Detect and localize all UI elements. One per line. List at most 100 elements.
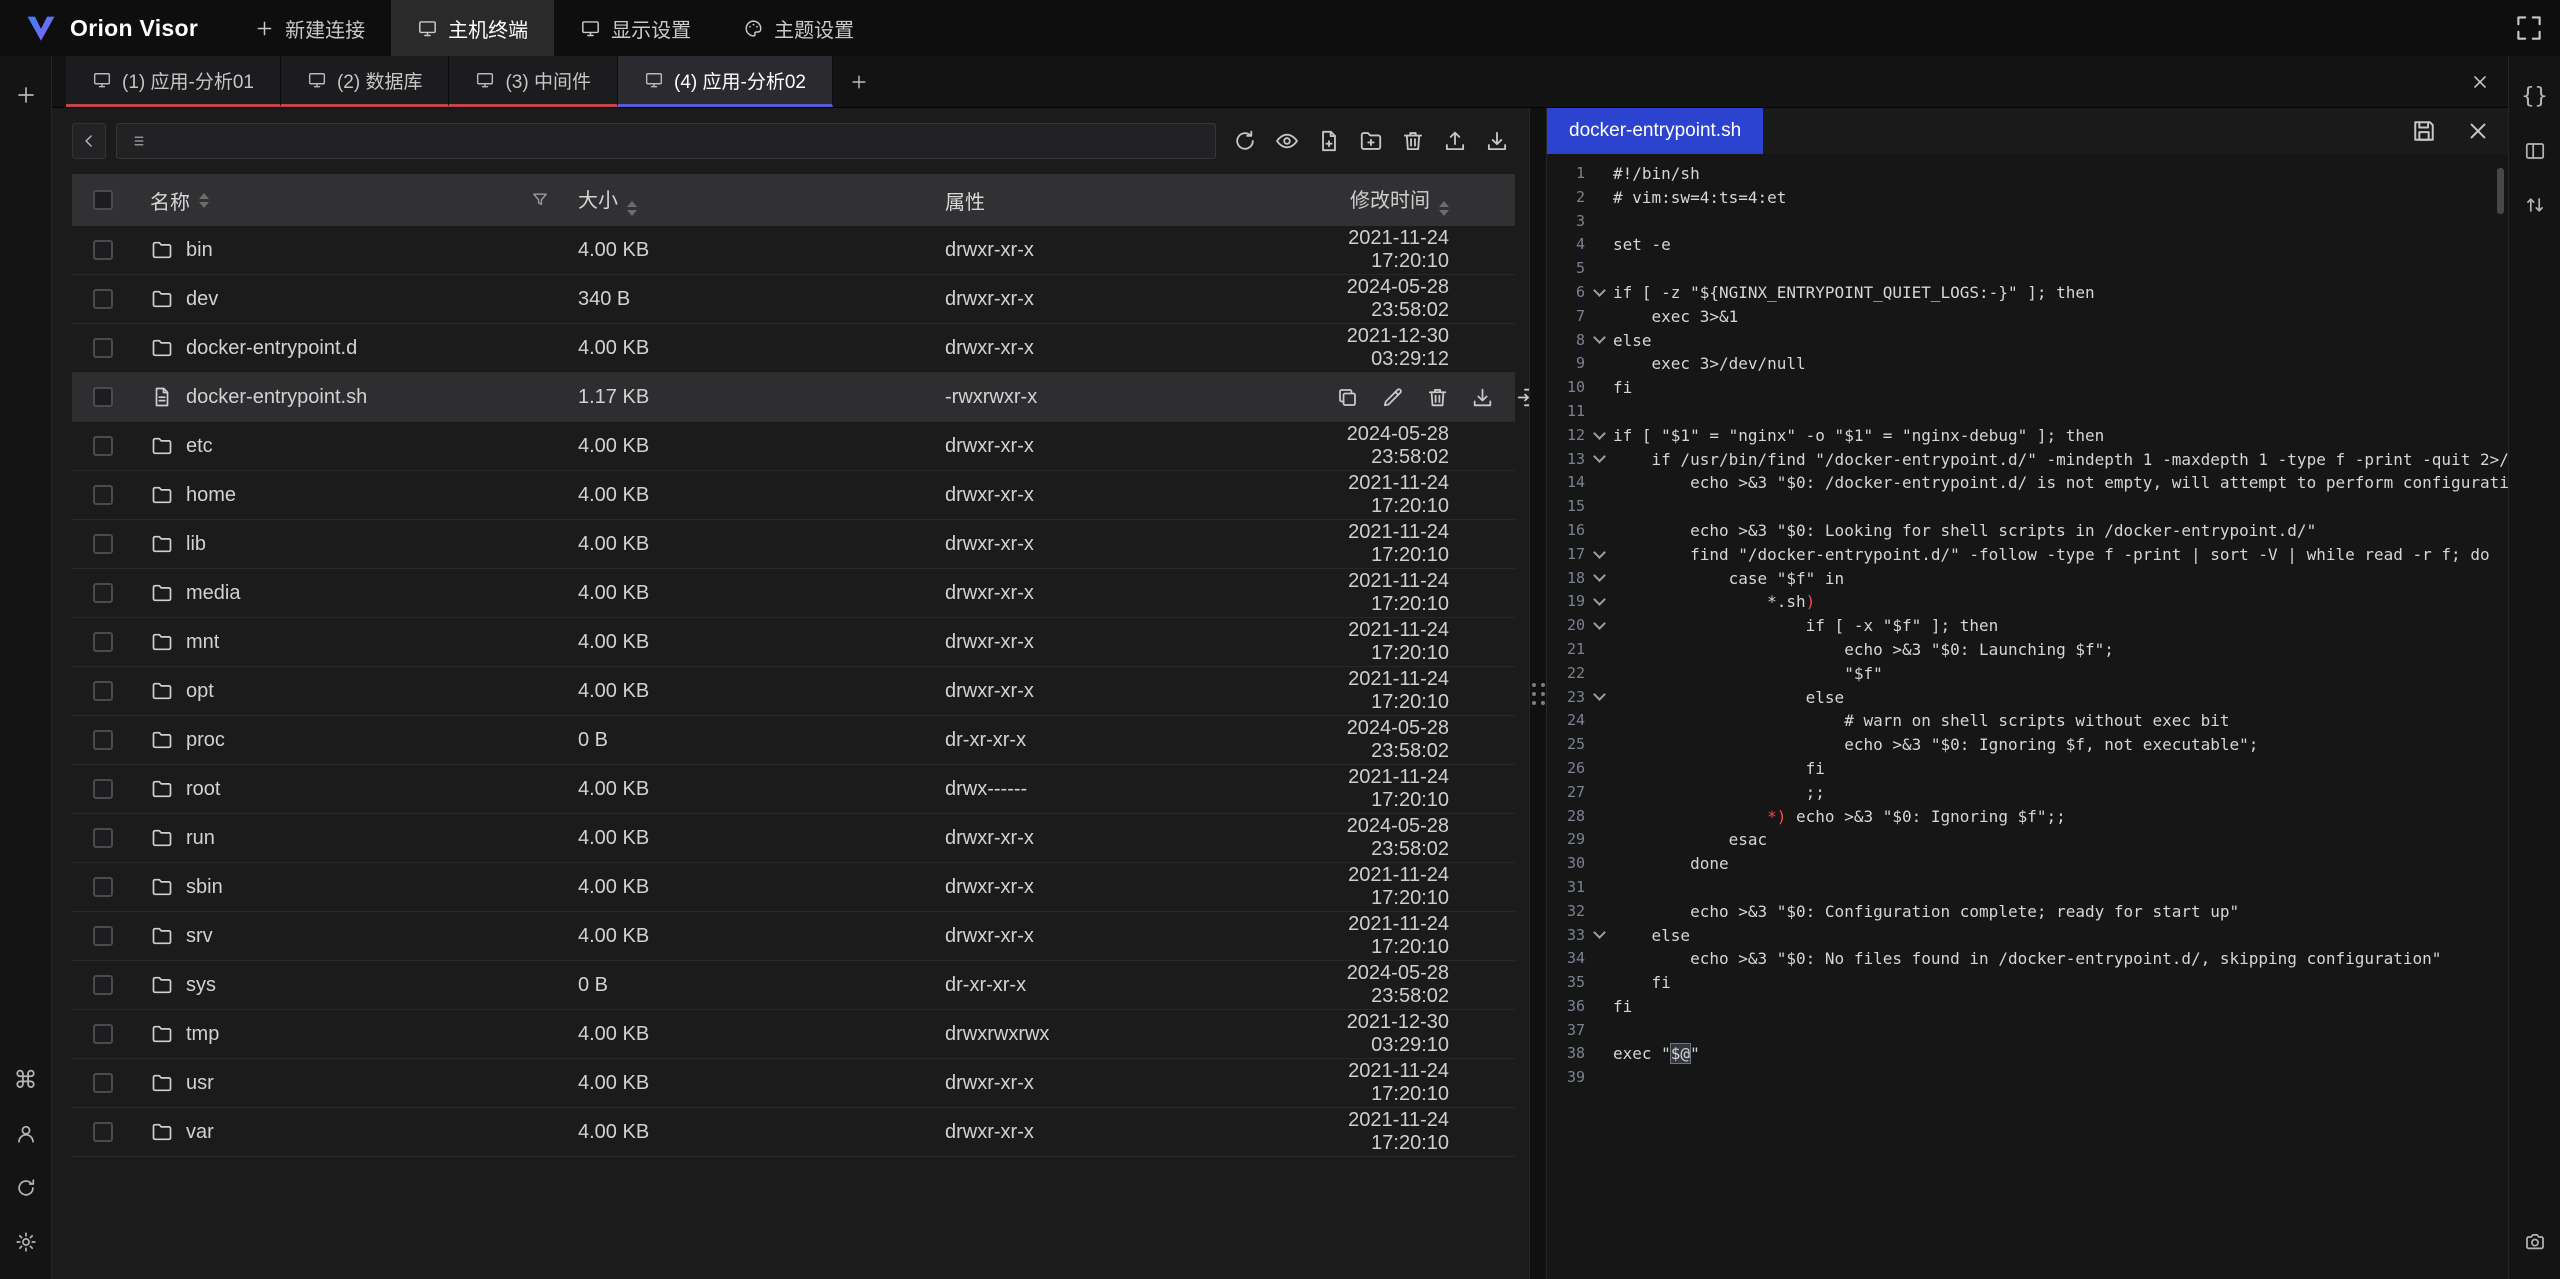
table-row[interactable]: docker-entrypoint.sh1.17 KB-rwxrwxr-x bbox=[72, 373, 1515, 422]
table-row[interactable]: srv4.00 KBdrwxr-xr-x2021-11-24 17:20:10 bbox=[72, 912, 1515, 961]
delete-icon[interactable] bbox=[1398, 126, 1428, 156]
layout-icon[interactable] bbox=[2519, 135, 2551, 167]
terminal-tab-4[interactable]: (4) 应用-分析02 bbox=[618, 56, 833, 107]
fold-toggle[interactable] bbox=[1585, 281, 1613, 305]
table-row[interactable]: root4.00 KBdrwx------2021-11-24 17:20:10 bbox=[72, 765, 1515, 814]
settings-icon[interactable] bbox=[10, 1226, 42, 1258]
row-name[interactable]: home bbox=[134, 483, 578, 507]
table-row[interactable]: home4.00 KBdrwxr-xr-x2021-11-24 17:20:10 bbox=[72, 471, 1515, 520]
fold-toggle[interactable] bbox=[1585, 448, 1613, 472]
nav-item-new-connection[interactable]: 新建连接 bbox=[228, 0, 391, 56]
row-name[interactable]: dev bbox=[134, 287, 578, 311]
close-all-tabs-button[interactable] bbox=[2452, 56, 2508, 107]
new-folder-icon[interactable] bbox=[1356, 126, 1386, 156]
table-row[interactable]: proc0 Bdr-xr-xr-x2024-05-28 23:58:02 bbox=[72, 716, 1515, 765]
upload-icon[interactable] bbox=[1440, 126, 1470, 156]
nav-item-theme-settings[interactable]: 主题设置 bbox=[717, 0, 880, 56]
row-checkbox[interactable] bbox=[93, 926, 113, 946]
sort-size[interactable] bbox=[627, 201, 637, 216]
table-row[interactable]: docker-entrypoint.d4.00 KBdrwxr-xr-x2021… bbox=[72, 324, 1515, 373]
row-name[interactable]: docker-entrypoint.d bbox=[134, 336, 578, 360]
table-row[interactable]: sys0 Bdr-xr-xr-x2024-05-28 23:58:02 bbox=[72, 961, 1515, 1010]
terminal-tab-2[interactable]: (2) 数据库 bbox=[281, 56, 450, 107]
row-name[interactable]: root bbox=[134, 777, 578, 801]
row-checkbox[interactable] bbox=[93, 338, 113, 358]
code-editor[interactable]: 1#!/bin/sh2# vim:sw=4:ts=4:et34set -e56i… bbox=[1547, 154, 2508, 1279]
fold-toggle[interactable] bbox=[1585, 424, 1613, 448]
row-checkbox[interactable] bbox=[93, 436, 113, 456]
table-row[interactable]: opt4.00 KBdrwxr-xr-x2021-11-24 17:20:10 bbox=[72, 667, 1515, 716]
table-row[interactable]: lib4.00 KBdrwxr-xr-x2021-11-24 17:20:10 bbox=[72, 520, 1515, 569]
copy-icon[interactable] bbox=[1335, 385, 1360, 410]
row-name[interactable]: opt bbox=[134, 679, 578, 703]
line-sort-icon[interactable] bbox=[2519, 189, 2551, 221]
panel-resize-handle[interactable] bbox=[1529, 108, 1547, 1279]
row-checkbox[interactable] bbox=[93, 240, 113, 260]
download-icon[interactable] bbox=[1470, 385, 1495, 410]
row-checkbox[interactable] bbox=[93, 1024, 113, 1044]
new-tab-button[interactable] bbox=[833, 56, 885, 107]
fold-toggle[interactable] bbox=[1585, 567, 1613, 591]
command-icon[interactable]: ⌘ bbox=[10, 1064, 42, 1096]
row-name[interactable]: etc bbox=[134, 434, 578, 458]
sync-icon[interactable] bbox=[10, 1172, 42, 1204]
fold-toggle[interactable] bbox=[1585, 329, 1613, 353]
edit-icon[interactable] bbox=[1380, 385, 1405, 410]
preview-icon[interactable] bbox=[1272, 126, 1302, 156]
row-checkbox[interactable] bbox=[93, 632, 113, 652]
path-input[interactable] bbox=[159, 130, 1203, 152]
row-name[interactable]: run bbox=[134, 826, 578, 850]
fold-toggle[interactable] bbox=[1585, 590, 1613, 614]
editor-file-tab[interactable]: docker-entrypoint.sh bbox=[1547, 108, 1763, 154]
camera-icon[interactable] bbox=[2519, 1226, 2551, 1258]
row-name[interactable]: usr bbox=[134, 1071, 578, 1095]
row-name[interactable]: docker-entrypoint.sh bbox=[134, 385, 578, 409]
terminal-tab-3[interactable]: (3) 中间件 bbox=[449, 56, 618, 107]
table-row[interactable]: run4.00 KBdrwxr-xr-x2024-05-28 23:58:02 bbox=[72, 814, 1515, 863]
fold-toggle[interactable] bbox=[1585, 543, 1613, 567]
row-checkbox[interactable] bbox=[93, 583, 113, 603]
table-row[interactable]: dev340 Bdrwxr-xr-x2024-05-28 23:58:02 bbox=[72, 275, 1515, 324]
row-checkbox[interactable] bbox=[93, 779, 113, 799]
row-name[interactable]: tmp bbox=[134, 1022, 578, 1046]
row-name[interactable]: srv bbox=[134, 924, 578, 948]
table-row[interactable]: bin4.00 KBdrwxr-xr-x2021-11-24 17:20:10 bbox=[72, 226, 1515, 275]
table-row[interactable]: media4.00 KBdrwxr-xr-x2021-11-24 17:20:1… bbox=[72, 569, 1515, 618]
table-row[interactable]: tmp4.00 KBdrwxrwxrwx2021-12-30 03:29:10 bbox=[72, 1010, 1515, 1059]
row-checkbox[interactable] bbox=[93, 1073, 113, 1093]
fold-toggle[interactable] bbox=[1585, 614, 1613, 638]
table-row[interactable]: usr4.00 KBdrwxr-xr-x2021-11-24 17:20:10 bbox=[72, 1059, 1515, 1108]
row-checkbox[interactable] bbox=[93, 828, 113, 848]
close-editor-icon[interactable] bbox=[2464, 117, 2492, 145]
fold-toggle[interactable] bbox=[1585, 924, 1613, 948]
row-name[interactable]: mnt bbox=[134, 630, 578, 654]
terminal-tab-1[interactable]: (1) 应用-分析01 bbox=[66, 56, 281, 107]
row-checkbox[interactable] bbox=[93, 975, 113, 995]
row-checkbox[interactable] bbox=[93, 1122, 113, 1142]
select-all-checkbox[interactable] bbox=[93, 190, 113, 210]
fold-toggle[interactable] bbox=[1585, 686, 1613, 710]
sort-name[interactable] bbox=[199, 193, 209, 208]
nav-item-host-terminal[interactable]: 主机终端 bbox=[391, 0, 554, 56]
editor-scrollbar[interactable] bbox=[2497, 168, 2504, 214]
delete-icon[interactable] bbox=[1425, 385, 1450, 410]
row-name[interactable]: proc bbox=[134, 728, 578, 752]
row-checkbox[interactable] bbox=[93, 730, 113, 750]
row-name[interactable]: bin bbox=[134, 238, 578, 262]
table-row[interactable]: var4.00 KBdrwxr-xr-x2021-11-24 17:20:10 bbox=[72, 1108, 1515, 1157]
sort-mtime[interactable] bbox=[1439, 201, 1449, 216]
row-checkbox[interactable] bbox=[93, 387, 113, 407]
plus-icon[interactable] bbox=[10, 79, 42, 111]
download-icon[interactable] bbox=[1482, 126, 1512, 156]
braces-icon[interactable]: {} bbox=[2519, 81, 2551, 113]
refresh-icon[interactable] bbox=[1230, 126, 1260, 156]
row-name[interactable]: lib bbox=[134, 532, 578, 556]
row-name[interactable]: media bbox=[134, 581, 578, 605]
fullscreen-icon[interactable] bbox=[2514, 13, 2544, 43]
row-name[interactable]: sys bbox=[134, 973, 578, 997]
user-icon[interactable] bbox=[10, 1118, 42, 1150]
back-button[interactable] bbox=[72, 123, 106, 159]
table-row[interactable]: mnt4.00 KBdrwxr-xr-x2021-11-24 17:20:10 bbox=[72, 618, 1515, 667]
save-icon[interactable] bbox=[2410, 117, 2438, 145]
filter-icon[interactable] bbox=[530, 190, 550, 210]
